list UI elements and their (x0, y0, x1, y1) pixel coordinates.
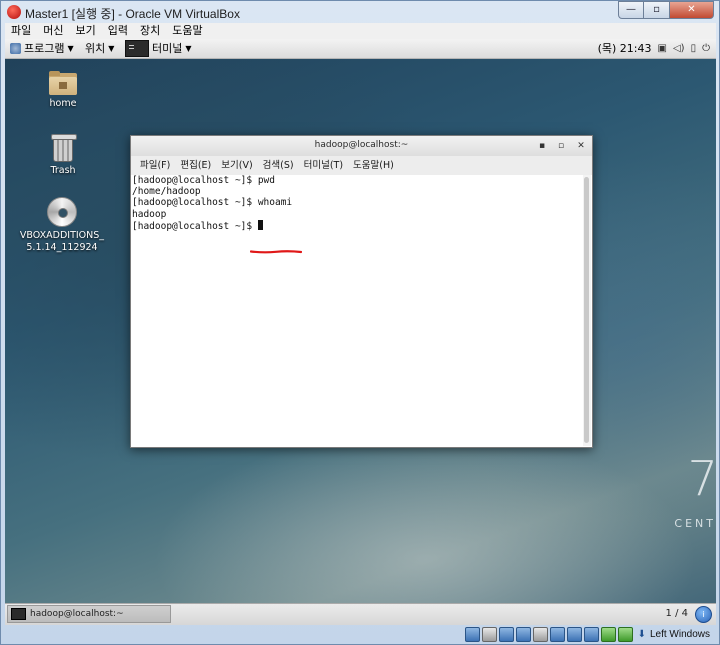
audio-icon[interactable] (498, 626, 514, 642)
virtualization-icon[interactable] (600, 626, 616, 642)
close-button[interactable]: ✕ (670, 1, 714, 19)
command-text: whoami (252, 197, 293, 209)
shell-prompt: [hadoop@localhost ~]$ (132, 197, 253, 209)
terminal-line: [hadoop@localhost ~]$ whoami (132, 197, 582, 208)
guest-screen[interactable]: 프로그램 ▼ 위치 ▼ 터미널 ▼ (목) 21:43 ▣ ◁) ▯ ⏻ hom… (5, 39, 716, 625)
command-text: pwd (252, 175, 275, 186)
hard-disk-icon[interactable] (464, 626, 480, 642)
terminal-maximize-button[interactable]: ▫ (553, 138, 569, 154)
terminal-menu-file[interactable]: 파일(F) (135, 156, 175, 175)
menu-input[interactable]: 입력 (102, 23, 134, 39)
network-icon[interactable] (515, 626, 531, 642)
menu-file[interactable]: 파일 (5, 23, 37, 39)
host-key-arrow-icon: ⬇ (637, 628, 646, 640)
terminal-line: hadoop (132, 209, 582, 220)
optical-drive-icon[interactable] (481, 626, 497, 642)
trash-icon (51, 134, 77, 162)
menu-help[interactable]: 도움말 (166, 23, 208, 39)
text-cursor (257, 219, 263, 230)
chevron-down-icon: ▼ (67, 44, 74, 53)
taskbar-window-label: hadoop@localhost:~ (30, 609, 124, 619)
desktop-icon-trash[interactable]: Trash (23, 134, 103, 177)
volume-icon[interactable]: ◁) (673, 39, 685, 58)
places-label: 위치 (85, 42, 106, 55)
window-titlebar[interactable]: Master1 [실행 중] - Oracle VM VirtualBox — … (1, 1, 719, 23)
minimize-button[interactable]: — (618, 1, 644, 19)
vbox-statusbar: ⬇ Left Windows (5, 625, 716, 643)
terminal-menu-help[interactable]: 도움말(H) (348, 156, 399, 175)
terminal-line: /home/hadoop (132, 186, 582, 197)
window-controls: — ▫ ✕ (618, 1, 714, 19)
menu-machine[interactable]: 머신 (37, 23, 69, 39)
virtualbox-window: Master1 [실행 중] - Oracle VM VirtualBox — … (0, 0, 720, 645)
terminal-output[interactable]: [hadoop@localhost ~]$ pwd /home/hadoop [… (132, 175, 582, 446)
gnome-bottom-panel: hadoop@localhost:~ 1 / 4 i (5, 603, 716, 625)
desktop-icon-vboxadditions[interactable]: VBOXADDITIONS_ 5.1.14_112924 (19, 197, 105, 254)
terminal-close-button[interactable]: ✕ (573, 138, 589, 154)
chevron-down-icon: ▼ (185, 44, 192, 53)
terminal-menu-edit[interactable]: 편집(E) (175, 156, 216, 175)
applications-label: 프로그램 (24, 42, 65, 55)
terminal-titlebar[interactable]: hadoop@localhost:~ ▪ ▫ ✕ (131, 136, 592, 157)
command-output: /home/hadoop (132, 186, 201, 198)
applications-icon (10, 43, 21, 54)
taskbar-window-button[interactable]: hadoop@localhost:~ (7, 605, 171, 623)
desktop-icon-home[interactable]: home (23, 71, 103, 110)
cd-disc-icon (47, 197, 77, 227)
terminal-line: [hadoop@localhost ~]$ pwd (132, 175, 582, 186)
menu-devices[interactable]: 장치 (134, 23, 166, 39)
system-tray: (목) 21:43 ▣ ◁) ▯ ⏻ (598, 39, 716, 58)
shell-prompt: [hadoop@localhost ~]$ (132, 220, 253, 232)
virtualbox-app-icon (7, 5, 21, 19)
scrollbar-thumb[interactable] (584, 177, 589, 443)
clock[interactable]: (목) 21:43 (598, 39, 652, 58)
menu-view[interactable]: 보기 (70, 23, 102, 39)
desktop-icon-label: Trash (50, 165, 76, 176)
terminal-menu-search[interactable]: 검색(S) (258, 156, 299, 175)
vbox-menubar: 파일 머신 보기 입력 장치 도움말 (5, 23, 716, 39)
terminal-menu-terminal[interactable]: 터미널(T) (299, 156, 348, 175)
workspace-indicator[interactable]: 1 / 4 (666, 608, 688, 619)
mouse-integration-icon[interactable] (617, 626, 633, 642)
applications-menu[interactable]: 프로그램 ▼ (10, 39, 74, 58)
terminal-menu-view[interactable]: 보기(V) (216, 156, 257, 175)
terminal-window[interactable]: hadoop@localhost:~ ▪ ▫ ✕ 파일(F) 편집(E) 보기(… (130, 135, 593, 448)
centos-brand-text: CENT (674, 517, 716, 530)
terminal-app-label: 터미널 (152, 42, 183, 55)
shared-folders-icon[interactable] (549, 626, 565, 642)
power-icon[interactable]: ⏻ (702, 39, 710, 58)
window-title: Master1 [실행 중] - Oracle VM VirtualBox (25, 7, 240, 21)
desktop-icon-label: VBOXADDITIONS_ 5.1.14_112924 (19, 230, 105, 253)
maximize-button[interactable]: ▫ (644, 1, 670, 19)
centos-version-logo: 7 (687, 451, 716, 507)
shell-prompt: [hadoop@localhost ~]$ (132, 175, 253, 186)
usb-icon[interactable] (532, 626, 548, 642)
command-output: hadoop (132, 208, 167, 220)
display-icon[interactable] (566, 626, 582, 642)
display-icon[interactable]: ▣ (658, 39, 667, 58)
terminal-icon (125, 40, 149, 57)
video-capture-icon[interactable] (583, 626, 599, 642)
host-key-label[interactable]: Left Windows (650, 629, 710, 640)
notification-icon[interactable]: i (695, 606, 712, 623)
red-underline-annotation (250, 250, 302, 254)
terminal-menubar: 파일(F) 편집(E) 보기(V) 검색(S) 터미널(T) 도움말(H) (131, 156, 592, 175)
places-menu[interactable]: 위치 ▼ (85, 39, 114, 58)
terminal-line: [hadoop@localhost ~]$ (132, 219, 582, 232)
terminal-title: hadoop@localhost:~ (314, 140, 409, 150)
terminal-icon (11, 608, 26, 620)
home-folder-icon (49, 71, 77, 95)
terminal-app-menu[interactable]: 터미널 ▼ (125, 39, 192, 58)
battery-icon[interactable]: ▯ (691, 39, 697, 58)
terminal-scrollbar[interactable] (583, 175, 591, 446)
gnome-top-panel: 프로그램 ▼ 위치 ▼ 터미널 ▼ (목) 21:43 ▣ ◁) ▯ ⏻ (5, 39, 716, 59)
terminal-minimize-button[interactable]: ▪ (534, 138, 550, 154)
desktop-icon-label: home (49, 98, 77, 109)
chevron-down-icon: ▼ (108, 44, 115, 53)
